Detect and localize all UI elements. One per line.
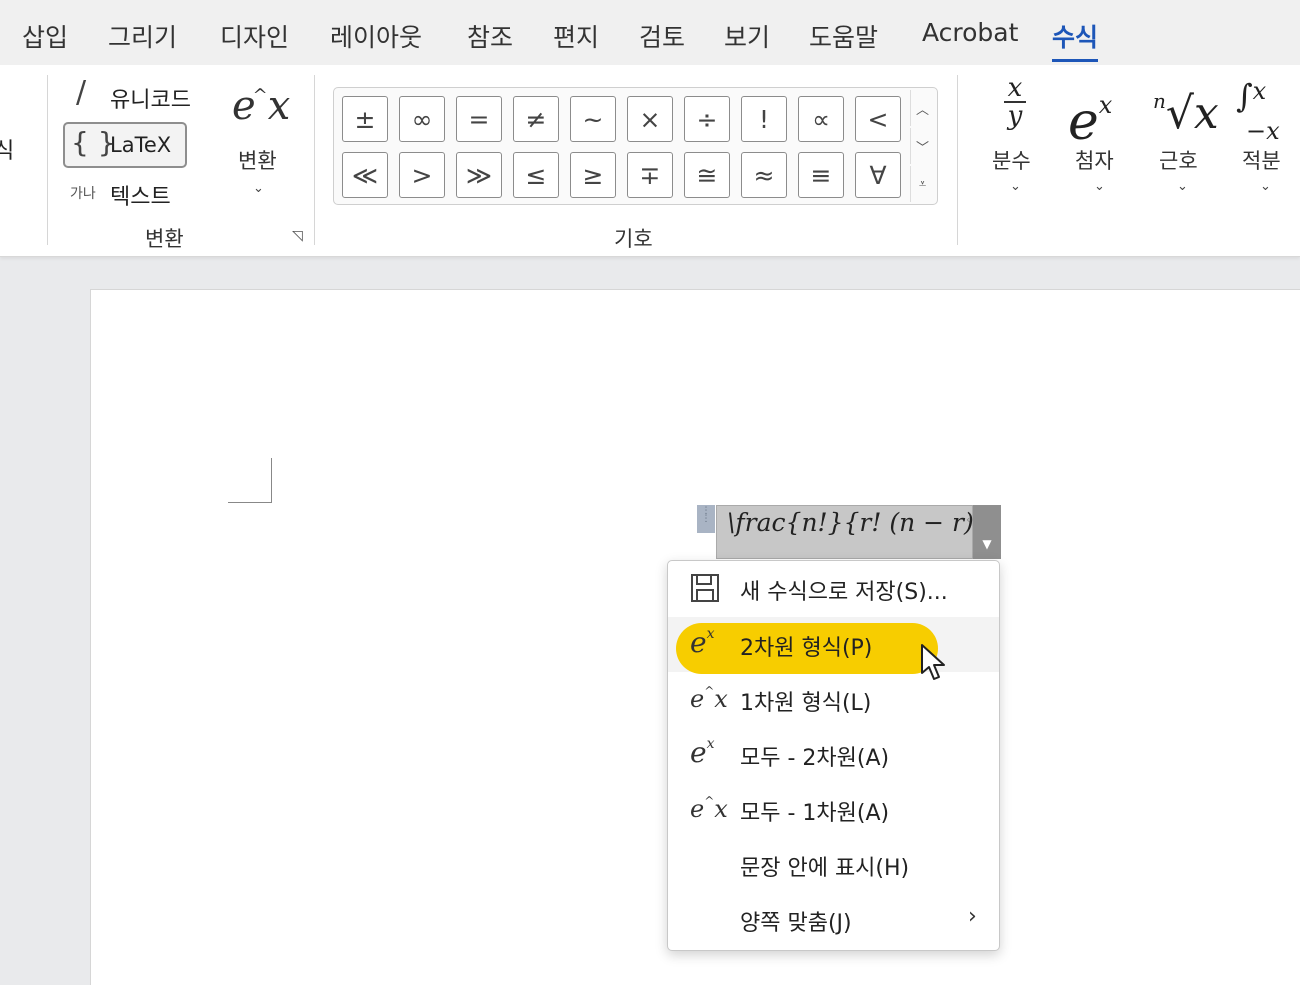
symbol-button[interactable]: ∀: [855, 152, 901, 198]
menu-item-save-new-equation[interactable]: 새 수식으로 저장(S)...: [668, 561, 999, 616]
menu-item-label: 모두 - 2차원(A): [740, 746, 890, 771]
tab-layout[interactable]: 레이아웃: [330, 18, 422, 54]
menu-item-label: 문장 안에 표시(H): [740, 856, 910, 881]
menu-item-label: 새 수식으로 저장(S)...: [740, 580, 948, 605]
menu-item-label: 2차원 형식(P): [740, 636, 873, 661]
latex-button[interactable]: { } LaTeX: [63, 122, 187, 168]
linear-format-icon: e^x: [690, 684, 728, 713]
fraction-label: 분수: [992, 149, 1031, 173]
group-separator: [957, 75, 958, 245]
symbol-button[interactable]: ≪: [342, 152, 388, 198]
text-label: 텍스트: [110, 185, 171, 210]
equation-box[interactable]: \frac{n!}{r! (n − r)!}: [716, 505, 1000, 559]
braces-icon: { }: [71, 126, 116, 159]
tab-help[interactable]: 도움말: [809, 18, 878, 54]
triangle-down-icon: ▼: [982, 537, 992, 551]
chevron-down-icon: ⌄: [253, 181, 264, 196]
symbol-gallery: ± ∞ = ≠ ~ × ÷! ∝ < ≪ > ≫ ≤ ≥ ∓ ≅ ≈ ≡ ∀ ︿ ﹀ ⩡: [333, 87, 938, 205]
equation-drag-handle[interactable]: ⋮ ⋮: [697, 505, 715, 533]
tab-references[interactable]: 참조: [467, 18, 513, 54]
symbol-button[interactable]: >: [399, 152, 445, 198]
convert-format-icon: e^x: [232, 83, 291, 129]
convert-group-label: 변환: [145, 227, 184, 251]
symbol-button[interactable]: ∝: [798, 96, 844, 142]
ribbon: 식 / 유니코드 { } LaTeX 가나 텍스트 e^x 변환 ⌄ 변환 ◹ …: [0, 65, 1300, 257]
tab-insert[interactable]: 삽입: [22, 18, 68, 54]
symbol-button[interactable]: ~: [570, 96, 616, 142]
symbol-button[interactable]: ≅: [684, 152, 730, 198]
group-separator: [47, 75, 48, 245]
gallery-scroll-down[interactable]: ﹀: [910, 128, 934, 164]
tab-review[interactable]: 검토: [639, 18, 685, 54]
chevron-down-icon: ⌄: [1177, 179, 1188, 194]
equation-end-marker: ‹: [966, 513, 971, 526]
symbol-button[interactable]: ≫: [456, 152, 502, 198]
convert-button[interactable]: e^x 변환 ⌄: [228, 81, 294, 201]
symbol-button[interactable]: ≈: [741, 152, 787, 198]
symbol-button[interactable]: ≠: [513, 96, 559, 142]
save-icon: [691, 574, 719, 602]
slash-icon: /: [76, 75, 87, 110]
symbol-button[interactable]: ±: [342, 96, 388, 142]
menu-item-inline[interactable]: 문장 안에 표시(H): [668, 837, 999, 892]
symbol-button[interactable]: =: [456, 96, 502, 142]
chevron-down-icon: ⌄: [1010, 179, 1021, 194]
menu-item-justification[interactable]: 양쪽 맞춤(J) ›: [668, 892, 999, 947]
menu-item-label: 1차원 형식(L): [740, 691, 872, 716]
cut-off-label: 식: [0, 139, 15, 164]
menu-bar: 삽입 그리기 디자인 레이아웃 참조 편지 검토 보기 도움말 Acrobat …: [0, 0, 1300, 65]
unicode-label: 유니코드: [110, 88, 191, 113]
integral-icon: ∫x −x: [1236, 77, 1280, 145]
fraction-icon: xy: [1004, 75, 1026, 129]
latex-label: LaTeX: [110, 133, 172, 157]
tab-mailings[interactable]: 편지: [553, 18, 599, 54]
symbols-group-label: 기호: [614, 227, 653, 251]
professional-format-icon: ex: [690, 626, 715, 659]
symbol-button[interactable]: ≥: [570, 152, 616, 198]
chevron-down-icon: ⌄: [1260, 179, 1271, 194]
dialog-launcher-icon[interactable]: ◹: [292, 228, 303, 244]
mouse-cursor-icon: [921, 644, 945, 680]
symbol-button[interactable]: <: [855, 96, 901, 142]
gallery-scroll-up[interactable]: ︿: [910, 90, 934, 126]
gallery-expand[interactable]: ⩡: [910, 166, 934, 202]
script-icon: ex: [1068, 91, 1113, 152]
equation-options-dropdown[interactable]: ▼: [973, 505, 1001, 559]
radical-button[interactable]: n√x 근호 ⌄: [1153, 75, 1219, 205]
equation-text[interactable]: \frac{n!}{r! (n − r)!}: [727, 508, 1000, 537]
chevron-right-icon: ›: [968, 904, 977, 929]
linear-format-icon: e^x: [690, 794, 728, 823]
radical-icon: n√x: [1153, 88, 1219, 139]
symbol-button[interactable]: !: [741, 96, 787, 142]
script-button[interactable]: ex 첨자 ⌄: [1068, 75, 1128, 205]
equation-options-menu: 새 수식으로 저장(S)... ex 2차원 형식(P) e^x 1차원 형식(…: [667, 560, 1000, 951]
symbol-button[interactable]: ∞: [399, 96, 445, 142]
margin-crop-mark: [228, 502, 272, 503]
margin-crop-mark: [271, 458, 272, 503]
convert-label: 변환: [238, 149, 277, 173]
symbol-button[interactable]: ∓: [627, 152, 673, 198]
tab-equation[interactable]: 수식: [1052, 18, 1099, 62]
menu-item-label: 양쪽 맞춤(J): [740, 911, 852, 936]
fraction-button[interactable]: xy 분수 ⌄: [990, 75, 1046, 205]
chevron-down-icon: ⌄: [1094, 179, 1105, 194]
menu-item-all-professional[interactable]: ex 모두 - 2차원(A): [668, 727, 999, 782]
script-label: 첨자: [1075, 149, 1114, 173]
menu-item-label: 모두 - 1차원(A): [740, 801, 890, 826]
integral-label: 적분: [1242, 149, 1281, 173]
radical-label: 근호: [1159, 149, 1198, 173]
symbol-button[interactable]: ≡: [798, 152, 844, 198]
symbol-button[interactable]: ×: [627, 96, 673, 142]
tab-acrobat[interactable]: Acrobat: [922, 18, 1018, 47]
symbol-button[interactable]: ÷: [684, 96, 730, 142]
professional-format-icon: ex: [690, 736, 715, 769]
group-separator: [314, 75, 315, 245]
tab-view[interactable]: 보기: [724, 18, 770, 54]
tab-design[interactable]: 디자인: [220, 18, 289, 54]
text-prefix: 가나: [70, 186, 96, 202]
symbol-button[interactable]: ≤: [513, 152, 559, 198]
integral-button[interactable]: ∫x −x 적분 ⌄: [1236, 75, 1296, 205]
menu-item-all-linear[interactable]: e^x 모두 - 1차원(A): [668, 782, 999, 837]
tab-draw[interactable]: 그리기: [108, 18, 177, 54]
